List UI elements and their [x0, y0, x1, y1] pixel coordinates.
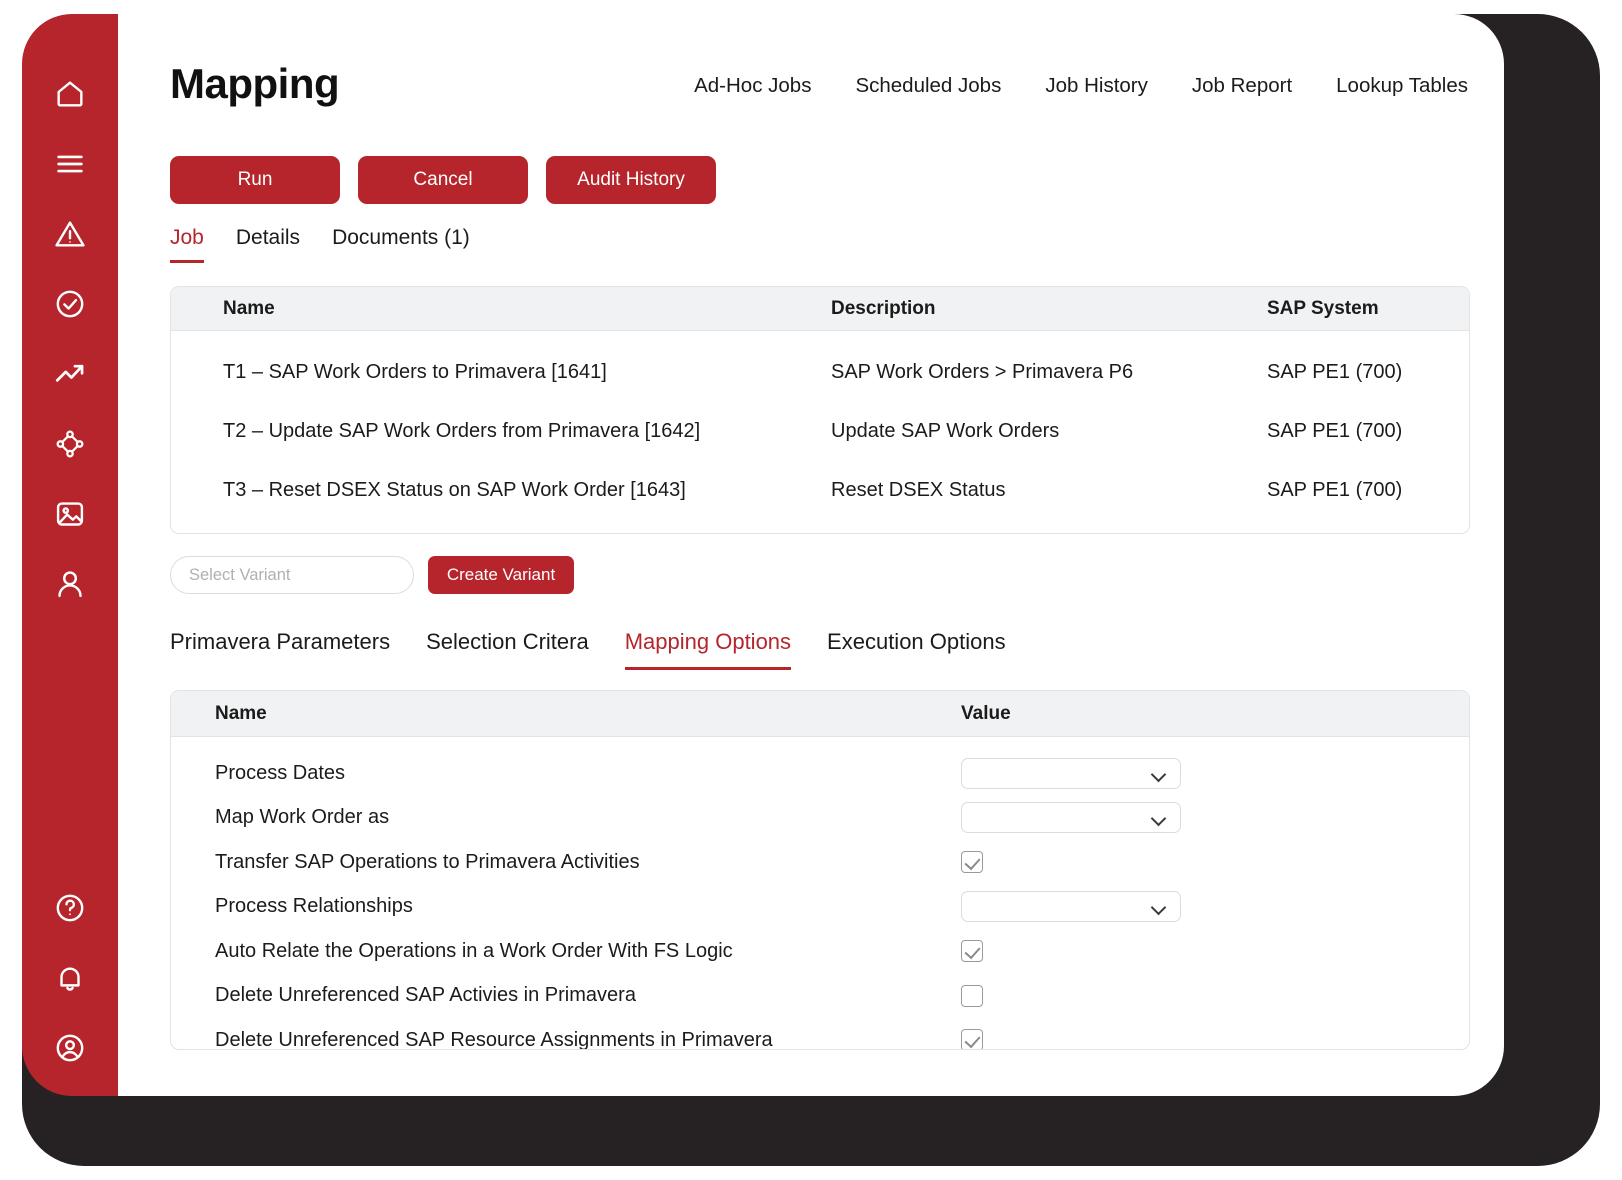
nav-link-scheduled-jobs[interactable]: Scheduled Jobs — [855, 74, 1001, 98]
job-row-sap-system: SAP PE1 (700) — [1267, 420, 1469, 443]
delete-unreferenced-activities-checkbox[interactable] — [961, 985, 983, 1007]
auto-relate-operations-checkbox[interactable] — [961, 940, 983, 962]
list-item: Process Dates — [171, 751, 1469, 796]
option-label: Auto Relate the Operations in a Work Ord… — [171, 940, 961, 963]
tab-execution-options[interactable]: Execution Options — [827, 629, 1006, 670]
option-label: Process Relationships — [171, 895, 961, 918]
option-label: Delete Unreferenced SAP Resource Assignm… — [171, 1029, 961, 1050]
table-row[interactable]: T3 – Reset DSEX Status on SAP Work Order… — [171, 461, 1469, 520]
nav-link-job-history[interactable]: Job History — [1045, 74, 1148, 98]
page-title: Mapping — [170, 60, 339, 108]
home-icon — [53, 77, 87, 111]
option-value-cell — [961, 802, 1469, 833]
sidebar-item-account[interactable] — [48, 1026, 92, 1070]
job-col-name: Name — [171, 298, 831, 320]
option-label: Transfer SAP Operations to Primavera Act… — [171, 851, 961, 874]
tab-details[interactable]: Details — [236, 226, 300, 263]
tab-primavera-parameters[interactable]: Primavera Parameters — [170, 629, 390, 670]
sidebar-item-notifications[interactable] — [48, 956, 92, 1000]
sidebar-item-menu[interactable] — [48, 142, 92, 186]
job-row-description: Update SAP Work Orders — [831, 420, 1267, 443]
map-work-order-as-select[interactable] — [961, 802, 1181, 833]
mapping-options-table: Name Value Process Dates Map Work Order … — [170, 690, 1470, 1050]
options-table-body: Process Dates Map Work Order as Transfer… — [171, 737, 1469, 1050]
tab-documents[interactable]: Documents (1) — [332, 226, 470, 263]
primary-tabs: Job Details Documents (1) — [170, 226, 470, 263]
warning-icon — [53, 217, 87, 251]
list-item: Auto Relate the Operations in a Work Ord… — [171, 929, 1469, 974]
job-table-header: Name Description SAP System — [171, 287, 1469, 331]
options-col-value: Value — [961, 703, 1469, 725]
option-value-cell — [961, 940, 1469, 962]
sidebar-item-home[interactable] — [48, 72, 92, 116]
job-table: Name Description SAP System T1 – SAP Wor… — [170, 286, 1470, 534]
list-item: Map Work Order as — [171, 796, 1469, 841]
job-row-sap-system: SAP PE1 (700) — [1267, 479, 1469, 502]
options-table-header: Name Value — [171, 691, 1469, 737]
variant-row: Create Variant — [170, 556, 574, 594]
network-node-icon — [53, 427, 87, 461]
job-row-name: T3 – Reset DSEX Status on SAP Work Order… — [171, 479, 831, 502]
job-row-description: SAP Work Orders > Primavera P6 — [831, 361, 1267, 384]
user-icon — [53, 567, 87, 601]
select-variant-input[interactable] — [170, 556, 414, 594]
sidebar-item-users[interactable] — [48, 562, 92, 606]
check-circle-icon — [53, 287, 87, 321]
tab-selection-criteria[interactable]: Selection Critera — [426, 629, 589, 670]
tab-job[interactable]: Job — [170, 226, 204, 263]
run-button[interactable]: Run — [170, 156, 340, 204]
list-item: Transfer SAP Operations to Primavera Act… — [171, 840, 1469, 885]
sidebar-item-approvals[interactable] — [48, 282, 92, 326]
account-circle-icon — [53, 1031, 87, 1065]
option-label: Process Dates — [171, 762, 961, 785]
help-circle-icon — [53, 891, 87, 925]
process-dates-select[interactable] — [961, 758, 1181, 789]
option-value-cell — [961, 1029, 1469, 1050]
option-value-cell — [961, 758, 1469, 789]
top-nav: Ad-Hoc Jobs Scheduled Jobs Job History J… — [694, 74, 1468, 98]
sidebar-item-help[interactable] — [48, 886, 92, 930]
table-row[interactable]: T1 – SAP Work Orders to Primavera [1641]… — [171, 343, 1469, 402]
audit-history-button[interactable]: Audit History — [546, 156, 716, 204]
sidebar-item-alerts[interactable] — [48, 212, 92, 256]
process-relationships-select[interactable] — [961, 891, 1181, 922]
table-row[interactable]: T2 – Update SAP Work Orders from Primave… — [171, 402, 1469, 461]
bell-icon — [53, 961, 87, 995]
main-content: Mapping Ad-Hoc Jobs Scheduled Jobs Job H… — [118, 14, 1504, 1096]
nav-link-lookup-tables[interactable]: Lookup Tables — [1336, 74, 1468, 98]
create-variant-button[interactable]: Create Variant — [428, 556, 574, 594]
action-bar: Run Cancel Audit History — [170, 156, 716, 204]
job-col-sap-system: SAP System — [1267, 298, 1469, 320]
list-item: Process Relationships — [171, 885, 1469, 930]
page-header: Mapping Ad-Hoc Jobs Scheduled Jobs Job H… — [118, 14, 1504, 144]
list-item: Delete Unreferenced SAP Resource Assignm… — [171, 1018, 1469, 1050]
cancel-button[interactable]: Cancel — [358, 156, 528, 204]
sidebar-item-media[interactable] — [48, 492, 92, 536]
secondary-tabs: Primavera Parameters Selection Critera M… — [170, 629, 1006, 670]
list-item: Delete Unreferenced SAP Activies in Prim… — [171, 974, 1469, 1019]
nav-link-job-report[interactable]: Job Report — [1192, 74, 1292, 98]
trending-up-icon — [53, 357, 87, 391]
job-row-sap-system: SAP PE1 (700) — [1267, 361, 1469, 384]
option-label: Delete Unreferenced SAP Activies in Prim… — [171, 984, 961, 1007]
option-value-cell — [961, 851, 1469, 873]
delete-unreferenced-resource-assignments-checkbox[interactable] — [961, 1029, 983, 1050]
job-row-description: Reset DSEX Status — [831, 479, 1267, 502]
job-row-name: T1 – SAP Work Orders to Primavera [1641] — [171, 361, 831, 384]
job-table-body: T1 – SAP Work Orders to Primavera [1641]… — [171, 343, 1469, 520]
job-col-description: Description — [831, 298, 1267, 320]
sidebar-item-integrations[interactable] — [48, 422, 92, 466]
option-label: Map Work Order as — [171, 806, 961, 829]
options-col-name: Name — [171, 703, 961, 725]
transfer-sap-operations-checkbox[interactable] — [961, 851, 983, 873]
menu-icon — [53, 147, 87, 181]
option-value-cell — [961, 985, 1469, 1007]
sidebar-item-analytics[interactable] — [48, 352, 92, 396]
option-value-cell — [961, 891, 1469, 922]
nav-link-ad-hoc-jobs[interactable]: Ad-Hoc Jobs — [694, 74, 811, 98]
tab-mapping-options[interactable]: Mapping Options — [625, 629, 791, 670]
job-row-name: T2 – Update SAP Work Orders from Primave… — [171, 420, 831, 443]
image-icon — [53, 497, 87, 531]
sidebar-rail-bottom — [22, 886, 118, 1096]
